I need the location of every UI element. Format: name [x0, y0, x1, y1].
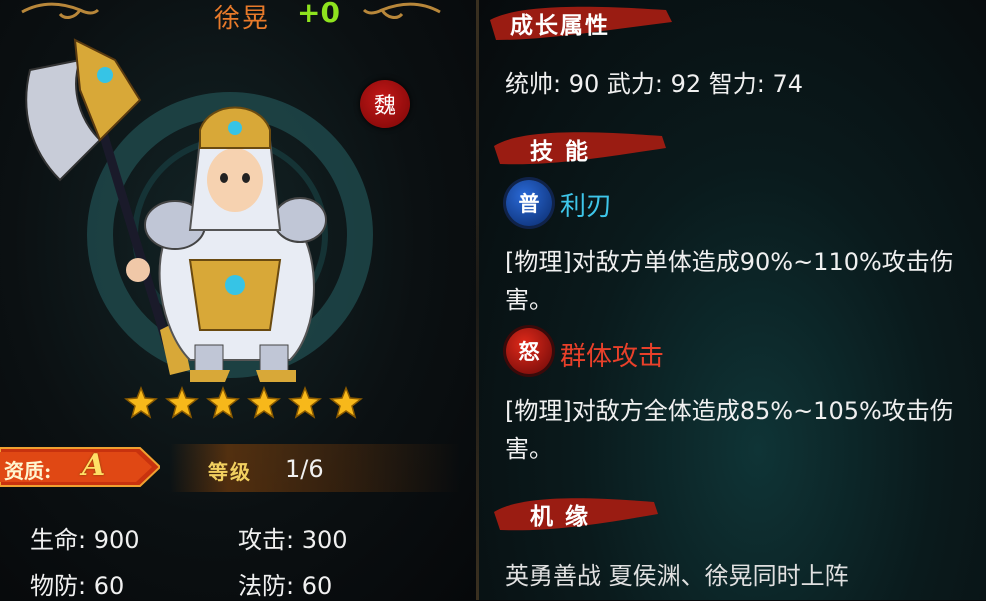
fate-title: 机 缘 — [530, 503, 591, 530]
stat-magic-defense: 法防: 60 — [238, 572, 333, 600]
star-icon — [288, 386, 322, 419]
normal-skill-badge: 普 — [506, 180, 552, 226]
quality-grade: A — [82, 448, 106, 483]
normal-skill-description: [物理]对敌方单体造成90%~110%攻击伤害。 — [505, 248, 954, 314]
faction-seal-badge: 魏 — [360, 80, 410, 128]
skills-title: 技 能 — [530, 138, 591, 165]
star-rating — [124, 386, 363, 420]
stat-physical-defense: 物防: 60 — [30, 572, 125, 600]
hero-enhance-level: +0 — [297, 0, 340, 29]
growth-title: 成长属性 — [510, 12, 610, 39]
star-icon — [329, 386, 363, 419]
growth-attributes: 统帅: 90 武力: 92 智力: 74 — [505, 70, 804, 98]
star-icon — [165, 386, 199, 419]
level-value: 1/6 — [285, 455, 324, 483]
hero-portrait[interactable] — [20, 30, 360, 390]
stat-hp: 生命: 900 — [30, 526, 140, 554]
rage-skill-description: [物理]对敌方全体造成85%~105%攻击伤害。 — [505, 397, 954, 463]
level-label: 等级 — [208, 460, 252, 484]
right-ornament-icon — [362, 2, 441, 19]
left-ornament-icon — [21, 2, 100, 19]
rage-skill-badge: 怒 — [506, 328, 552, 374]
star-icon — [247, 386, 281, 419]
rage-skill-name[interactable]: 群体攻击 — [560, 336, 664, 373]
star-icon — [124, 386, 158, 419]
normal-skill-name[interactable]: 利刃 — [560, 186, 612, 223]
quality-label: 资质: — [4, 459, 52, 483]
star-icon — [206, 386, 240, 419]
stat-attack: 攻击: 300 — [238, 526, 348, 554]
fate-description: 英勇善战 夏侯渊、徐晃同时上阵 — [505, 562, 849, 590]
